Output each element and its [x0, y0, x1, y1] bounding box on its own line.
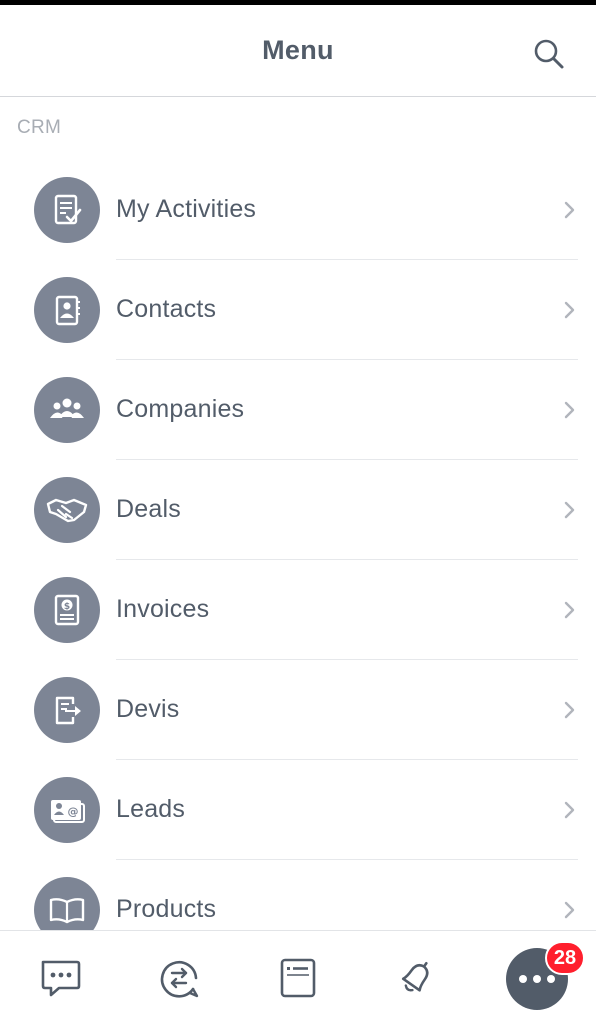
search-button[interactable]: [528, 33, 570, 75]
app-header: Menu: [0, 5, 596, 97]
chevron-right-icon: [564, 501, 575, 519]
menu-item-label: Devis: [116, 695, 180, 723]
chevron-right-icon: [564, 701, 575, 719]
more-dots-icon: [519, 975, 555, 983]
contact-book-icon: [34, 277, 100, 343]
chevron-right-icon: [564, 401, 575, 419]
menu-item-label: Invoices: [116, 595, 210, 623]
menu-item-label: My Activities: [116, 195, 257, 223]
tab-chats[interactable]: [20, 931, 100, 1024]
tasks-card-icon: [280, 958, 316, 998]
chevron-right-icon: [564, 201, 575, 219]
menu-item-deals[interactable]: Deals: [0, 460, 596, 560]
feed-exchange-icon: [160, 961, 199, 998]
chevron-right-icon: [564, 601, 575, 619]
svg-text:@: @: [68, 805, 79, 818]
search-icon: [534, 39, 564, 69]
menu-item-contacts[interactable]: Contacts: [0, 260, 596, 360]
chevron-right-icon: [564, 801, 575, 819]
section-label-crm: CRM: [17, 117, 62, 138]
open-book-icon: [34, 877, 100, 930]
menu-item-label: Deals: [116, 495, 181, 523]
tab-tasks[interactable]: [258, 931, 338, 1024]
lead-card-at-icon: @: [34, 777, 100, 843]
menu-list: My Activities Contacts Companies Deals $…: [0, 160, 596, 930]
chevron-right-icon: [564, 901, 575, 919]
menu-item-products[interactable]: Products: [0, 860, 596, 930]
tab-feed[interactable]: [139, 931, 219, 1024]
notification-bell-icon: [401, 961, 429, 992]
menu-item-label: Leads: [116, 795, 186, 823]
group-people-icon: [34, 377, 100, 443]
page-title: Menu: [262, 35, 334, 65]
menu-item-label: Products: [116, 895, 217, 923]
activities-checklist-icon: [34, 177, 100, 243]
svg-text:$: $: [64, 602, 70, 612]
invoice-dollar-icon: $: [34, 577, 100, 643]
chevron-right-icon: [564, 301, 575, 319]
menu-item-my-activities[interactable]: My Activities: [0, 160, 596, 260]
menu-item-leads[interactable]: @ Leads: [0, 760, 596, 860]
handshake-icon: [34, 477, 100, 543]
menu-item-label: Contacts: [116, 295, 217, 323]
menu-item-companies[interactable]: Companies: [0, 360, 596, 460]
bottom-tab-bar: [0, 930, 596, 1024]
tab-notifications[interactable]: [376, 931, 456, 1024]
menu-item-invoices[interactable]: $ Invoices: [0, 560, 596, 660]
notification-badge: 28: [545, 941, 585, 975]
quote-document-arrow-icon: [34, 677, 100, 743]
menu-item-label: Companies: [116, 395, 245, 423]
menu-item-devis[interactable]: Devis: [0, 660, 596, 760]
chat-bubble-icon: [41, 960, 81, 997]
